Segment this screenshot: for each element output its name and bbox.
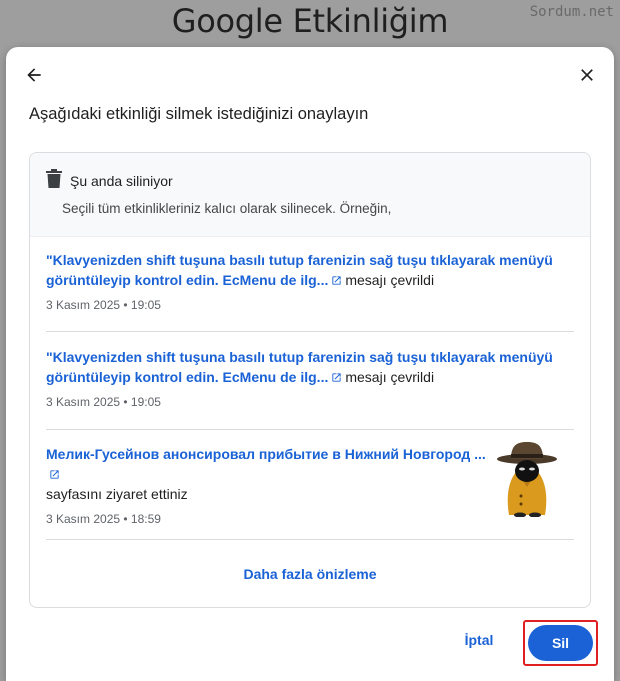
activity-suffix: mesajı çevrildi bbox=[345, 272, 435, 288]
deletion-preview-card: Şu anda siliniyor Seçili tüm etkinlikler… bbox=[29, 152, 591, 608]
arrow-back-icon bbox=[27, 68, 41, 82]
close-icon bbox=[581, 69, 593, 81]
activity-item: Мелик-Гусейнов анонсировал прибытие в Ни… bbox=[46, 444, 486, 526]
watermark: Sordum.net bbox=[529, 4, 614, 20]
dialog-heading: Aşağıdaki etkinliği silmek istediğinizi … bbox=[29, 105, 369, 123]
activity-link[interactable]: "Klavyenizden shift tuşuna basılı tutup … bbox=[46, 252, 553, 288]
card-header: Şu anda siliniyor Seçili tüm etkinlikler… bbox=[30, 153, 590, 237]
confirm-delete-dialog: Aşağıdaki etkinliği silmek istediğinizi … bbox=[6, 47, 614, 681]
divider bbox=[46, 539, 574, 540]
activity-item: "Klavyenizden shift tuşuna basılı tutup … bbox=[46, 250, 574, 312]
card-title: Şu anda siliniyor bbox=[70, 173, 173, 189]
trash-icon bbox=[46, 169, 62, 188]
delete-button[interactable]: Sil bbox=[528, 625, 593, 661]
close-button[interactable] bbox=[571, 59, 603, 91]
activity-link[interactable]: Мелик-Гусейнов анонсировал прибытие в Ни… bbox=[46, 446, 486, 462]
activity-link[interactable]: "Klavyenizden shift tuşuna basılı tutup … bbox=[46, 349, 553, 385]
activity-date: 3 Kasım 2025 • 18:59 bbox=[46, 512, 161, 526]
open-in-new-icon bbox=[50, 470, 59, 479]
divider bbox=[46, 429, 574, 430]
activity-suffix: mesajı çevrildi bbox=[345, 369, 435, 385]
page-title: Google Etkinliğim bbox=[171, 2, 449, 40]
divider bbox=[46, 331, 574, 332]
spy-mascot-thumbnail bbox=[497, 442, 557, 517]
activity-suffix: sayfasını ziyaret ettiniz bbox=[46, 486, 188, 502]
open-in-new-icon bbox=[332, 276, 341, 285]
card-subtitle: Seçili tüm etkinlikleriniz kalıcı olarak… bbox=[62, 201, 392, 216]
cancel-button[interactable]: İptal bbox=[452, 632, 506, 652]
activity-date: 3 Kasım 2025 • 19:05 bbox=[46, 298, 161, 312]
open-in-new-icon bbox=[332, 373, 341, 382]
activity-date: 3 Kasım 2025 • 19:05 bbox=[46, 395, 161, 409]
more-preview-link[interactable]: Daha fazla önizleme bbox=[30, 566, 590, 582]
back-button[interactable] bbox=[18, 59, 50, 91]
activity-item: "Klavyenizden shift tuşuna basılı tutup … bbox=[46, 347, 574, 409]
